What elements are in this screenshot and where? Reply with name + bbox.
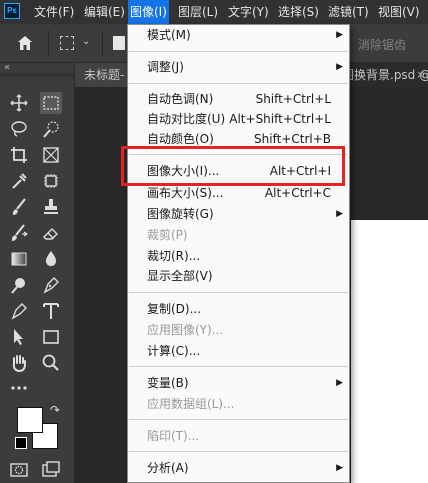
- chevron-down-icon[interactable]: ⌄: [82, 36, 90, 47]
- freeform-pen-tool-icon[interactable]: [8, 300, 30, 322]
- menu-item-label: 应用图像(Y)...: [147, 323, 224, 337]
- pen-tool-icon[interactable]: [40, 274, 62, 296]
- menu-file[interactable]: 文件(F): [34, 0, 74, 24]
- new-selection-icon[interactable]: [113, 36, 125, 50]
- home-icon[interactable]: [16, 34, 34, 52]
- menu-view[interactable]: 视图(V): [378, 0, 420, 24]
- menu-item-label: 裁切(R)...: [147, 249, 201, 263]
- collapse-icon[interactable]: «: [4, 63, 10, 73]
- menu-item-label: 应用数据组(L)...: [147, 397, 235, 411]
- rect-marquee-tool-icon[interactable]: [40, 92, 62, 114]
- menu-item-label: 计算(C)...: [147, 344, 201, 358]
- default-colors-icon[interactable]: [15, 437, 27, 449]
- menu-item-label: 图像旋转(G): [147, 207, 214, 221]
- menu-item-apply-image[interactable]: 应用图像(Y)...: [128, 320, 349, 340]
- menu-filter[interactable]: 滤镜(T): [328, 0, 369, 24]
- document-canvas[interactable]: [351, 220, 428, 483]
- menu-edit[interactable]: 编辑(E): [84, 0, 125, 24]
- submenu-arrow-icon: ▶: [336, 30, 343, 40]
- submenu-arrow-icon: ▶: [336, 62, 343, 72]
- submenu-arrow-icon: ▶: [336, 209, 343, 219]
- menu-select[interactable]: 选择(S): [278, 0, 319, 24]
- photoshop-logo: Ps: [4, 3, 20, 19]
- menu-item-trim[interactable]: 裁切(R)...: [128, 246, 349, 266]
- frame-tool-icon[interactable]: [40, 144, 62, 166]
- menu-item-label: 调整(J): [147, 60, 184, 74]
- move-tool-icon[interactable]: [8, 92, 30, 114]
- options-separator: [48, 30, 49, 56]
- eyedropper-tool-icon[interactable]: [8, 170, 30, 192]
- menu-item-shortcut: Shift+Ctrl+L: [255, 92, 331, 106]
- gradient-tool-icon[interactable]: [8, 248, 30, 270]
- menu-item-label: 陷印(T)...: [147, 429, 200, 443]
- menu-item-analysis[interactable]: 分析(A) ▶: [128, 458, 349, 478]
- history-brush-tool-icon[interactable]: [8, 222, 30, 244]
- menu-separator: [129, 451, 348, 452]
- menu-item-canvas-size[interactable]: 画布大小(S)... Alt+Ctrl+C: [128, 183, 349, 203]
- menu-image[interactable]: 图像(I): [128, 0, 169, 24]
- menu-item-variables[interactable]: 变量(B) ▶: [128, 373, 349, 393]
- menu-item-image-rotation[interactable]: 图像旋转(G) ▶: [128, 204, 349, 224]
- highlight-annotation-box: [121, 146, 345, 186]
- hand-tool-icon[interactable]: [8, 352, 30, 374]
- menu-item-label: 显示全部(V): [147, 269, 213, 283]
- menu-item-shortcut: Alt+Ctrl+C: [264, 186, 331, 200]
- menu-item-reveal-all[interactable]: 显示全部(V): [128, 266, 349, 286]
- menu-item-apply-data-set[interactable]: 应用数据组(L)...: [128, 394, 349, 414]
- menu-item-label: 分析(A): [147, 461, 189, 475]
- menu-item-mode[interactable]: 模式(M) ▶: [128, 25, 349, 45]
- anti-alias-checkbox-label[interactable]: 消除锯齿: [358, 36, 406, 53]
- menu-separator: [129, 51, 348, 52]
- more-tools-icon[interactable]: [8, 377, 30, 399]
- quick-mask-icon[interactable]: [8, 459, 30, 481]
- image-menu-dropdown: 模式(M) ▶ 调整(J) ▶ 自动色调(N) Shift+Ctrl+L 自动对…: [127, 24, 350, 483]
- menu-item-auto-tone[interactable]: 自动色调(N) Shift+Ctrl+L: [128, 89, 349, 109]
- lasso-tool-icon[interactable]: [8, 118, 30, 140]
- marquee-preset-icon[interactable]: [60, 36, 74, 50]
- menu-separator: [129, 366, 348, 367]
- menu-layer[interactable]: 图层(L): [178, 0, 218, 24]
- stamp-tool-icon[interactable]: [40, 196, 62, 218]
- menu-item-auto-contrast[interactable]: 自动对比度(U) Alt+Shift+Ctrl+L: [128, 109, 349, 129]
- menu-separator: [129, 83, 348, 84]
- object-select-tool-icon[interactable]: [40, 170, 62, 192]
- menu-item-label: 复制(D)...: [147, 302, 202, 316]
- menu-item-label: 自动色调(N): [147, 92, 214, 106]
- close-icon[interactable]: ×: [416, 68, 428, 82]
- type-tool-icon[interactable]: [40, 300, 62, 322]
- menu-item-label: 自动对比度(U): [147, 112, 226, 126]
- menu-item-calculations[interactable]: 计算(C)...: [128, 341, 349, 361]
- menu-item-adjustments[interactable]: 调整(J) ▶: [128, 57, 349, 77]
- zoom-tool-icon[interactable]: [40, 352, 62, 374]
- tab-untitled-label: 未标题-: [84, 68, 125, 82]
- swap-colors-icon[interactable]: ↷: [50, 403, 60, 417]
- menu-item-trap[interactable]: 陷印(T)...: [128, 426, 349, 446]
- menu-item-duplicate[interactable]: 复制(D)...: [128, 299, 349, 319]
- dodge-tool-icon[interactable]: [8, 274, 30, 296]
- path-select-tool-icon[interactable]: [8, 326, 30, 348]
- menu-item-label: 裁剪(P): [147, 228, 188, 242]
- blur-tool-icon[interactable]: [40, 248, 62, 270]
- menu-separator: [129, 419, 348, 420]
- rectangle-tool-icon[interactable]: [40, 326, 62, 348]
- menu-item-shortcut: Alt+Shift+Ctrl+L: [229, 112, 331, 126]
- panel-grip[interactable]: [0, 73, 74, 77]
- menu-bar: Ps 文件(F) 编辑(E) 图像(I) 图层(L) 文字(Y) 选择(S) 滤…: [0, 0, 428, 24]
- submenu-arrow-icon: ▶: [336, 378, 343, 388]
- menu-item-label: 画布大小(S)...: [147, 186, 224, 200]
- eraser-tool-icon[interactable]: [40, 222, 62, 244]
- options-separator: [102, 30, 103, 56]
- quick-select-tool-icon[interactable]: [40, 118, 62, 140]
- menu-item-crop[interactable]: 裁剪(P): [128, 225, 349, 245]
- menu-item-label: 模式(M): [147, 28, 191, 42]
- menu-item-label: 变量(B): [147, 376, 189, 390]
- menu-type[interactable]: 文字(Y): [228, 0, 269, 24]
- screen-mode-icon[interactable]: [40, 459, 62, 481]
- crop-tool-icon[interactable]: [8, 144, 30, 166]
- foreground-color-swatch[interactable]: [17, 407, 43, 433]
- menu-separator: [129, 292, 348, 293]
- submenu-arrow-icon: ▶: [336, 463, 343, 473]
- brush-tool-icon[interactable]: [8, 196, 30, 218]
